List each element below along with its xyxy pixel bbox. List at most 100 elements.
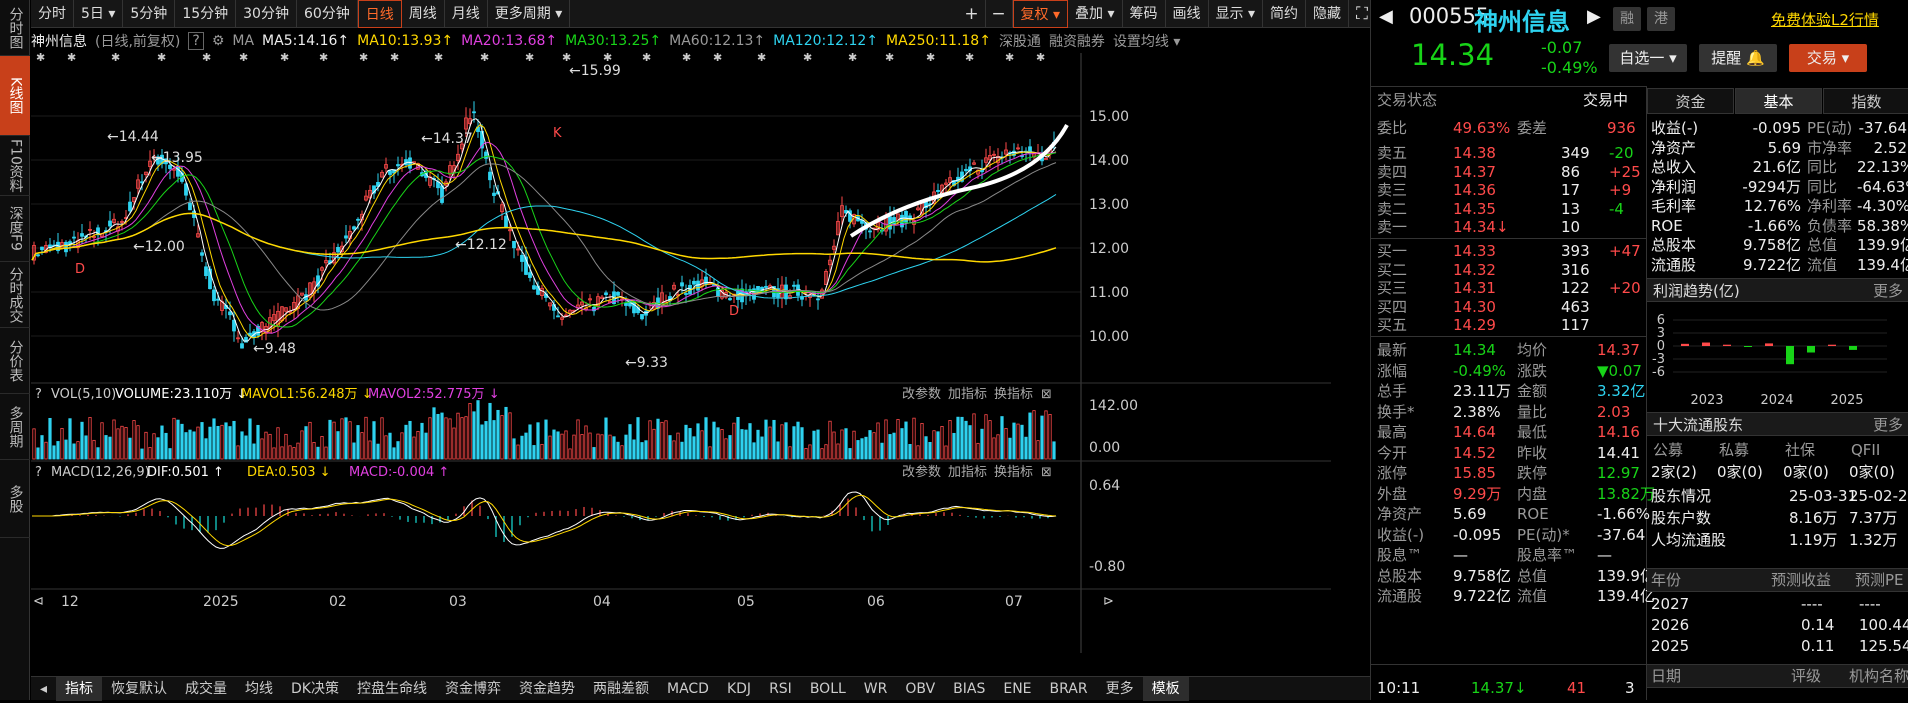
indicator-tab-12[interactable]: BOLL — [801, 677, 855, 701]
indicator-tab-14[interactable]: OBV — [896, 677, 944, 701]
indicator-tab-11[interactable]: RSI — [760, 677, 801, 701]
tool-3[interactable]: 画线 — [1166, 0, 1209, 28]
indicator-tab-13[interactable]: WR — [855, 677, 897, 701]
tool-6[interactable]: 隐藏 — [1306, 0, 1349, 28]
volume-bar — [456, 412, 460, 460]
watchlist-button[interactable]: 自选一 ▾ — [1609, 44, 1687, 72]
volume-bar — [360, 432, 364, 460]
volume-bar — [56, 441, 60, 460]
volume-bar — [380, 417, 384, 460]
period-tab-8[interactable]: 月线 — [445, 0, 488, 28]
stock-name[interactable]: 神州信息 — [31, 31, 87, 51]
forecast-row-1-cell-2: 100.44 — [1859, 616, 1908, 634]
trade-button[interactable]: 交易 ▾ — [1789, 44, 1867, 72]
tab-0[interactable]: 资金 — [1647, 88, 1734, 114]
nav-1[interactable]: K线图 — [0, 56, 30, 136]
buy-4-cell-1[interactable]: 14.29 — [1453, 315, 1496, 336]
indicator-tab-3[interactable]: 均线 — [236, 677, 282, 701]
volume-bar — [624, 434, 628, 460]
indicator-tab-1[interactable]: 恢复默认 — [102, 677, 176, 701]
fund-5-cell-3: 58.38% — [1857, 216, 1908, 235]
volume-bar — [528, 424, 532, 460]
volume-bar — [252, 443, 256, 460]
tick-price: 14.37↓ — [1471, 679, 1527, 697]
tool-4[interactable]: 显示 ▾ — [1209, 0, 1263, 28]
next-stock-icon[interactable]: ▶ — [1587, 6, 1601, 27]
indicator-tab-19[interactable]: 模板 — [1142, 676, 1189, 701]
prev-stock-icon[interactable]: ◀ — [1379, 6, 1393, 27]
holders-more-link[interactable]: 更多 — [1873, 413, 1903, 437]
link-set-ma[interactable]: 设置均线 ▾ — [1113, 31, 1180, 51]
tool-0[interactable]: 复权 ▾ — [1012, 0, 1069, 28]
macd-tool-1: 加指标 — [948, 465, 987, 480]
nav-0[interactable]: 分时图 — [0, 0, 30, 56]
volume-bar — [40, 435, 44, 460]
volume-bar — [496, 409, 500, 460]
indicator-tab-8[interactable]: 两融差额 — [584, 677, 658, 701]
ma120-value: MA120:12.12↑ — [773, 33, 879, 49]
l2-link[interactable]: 免费体验L2行情 — [1771, 9, 1879, 30]
period-tab-3[interactable]: 15分钟 — [175, 0, 237, 28]
volume-bar — [872, 432, 876, 460]
tab-2[interactable]: 指数 — [1823, 88, 1908, 114]
tool-1[interactable]: 叠加 ▾ — [1068, 0, 1123, 28]
left-nav: 分时图 K线图 F10资料 深度F9 分时成交 分价表 多周期 多股 — [0, 0, 30, 700]
dea-line — [32, 494, 1057, 547]
tool-2[interactable]: 筹码 — [1123, 0, 1166, 28]
kline-chart[interactable]: 15.00 14.00 13.00 12.00 11.00 10.00 ←14.44 ←13.… — [31, 53, 1376, 703]
period-tab-0[interactable]: 分时 — [31, 0, 74, 28]
period-tab-1[interactable]: 5日 ▾ — [74, 0, 124, 28]
buy-4-cell-2: 117 — [1561, 316, 1590, 334]
nav-3[interactable]: 深度F9 — [0, 196, 30, 262]
indicator-tab-17[interactable]: BRAR — [1041, 677, 1097, 701]
period-tab-9[interactable]: 更多周期 ▾ — [488, 0, 571, 28]
indicator-tab-7[interactable]: 资金趋势 — [510, 677, 584, 701]
indicator-tab-16[interactable]: ENE — [994, 677, 1040, 701]
volume-bar — [108, 436, 112, 460]
volume-bar — [340, 418, 344, 460]
period-tab-4[interactable]: 30分钟 — [236, 0, 297, 28]
nav-5[interactable]: 分价表 — [0, 328, 30, 394]
tool-5[interactable]: 简约 — [1263, 0, 1306, 28]
forecast-h-0: 年份 — [1651, 571, 1682, 589]
tab-1[interactable]: 基本 — [1735, 88, 1822, 114]
annot-lo2: ←9.48 — [253, 341, 296, 357]
period-tab-7[interactable]: 周线 — [402, 0, 445, 28]
zoom-out-icon[interactable]: − — [986, 0, 1013, 28]
volume-bar — [932, 430, 936, 460]
nav-2[interactable]: F10资料 — [0, 136, 30, 196]
event-marker: ✱ — [885, 53, 894, 64]
help-icon[interactable]: ? — [188, 32, 204, 50]
sell-4-cell-2: 10 — [1561, 218, 1581, 236]
volume-bar — [164, 432, 168, 460]
indicator-tab-9[interactable]: MACD — [658, 677, 718, 701]
period-tab-5[interactable]: 60分钟 — [297, 0, 358, 28]
indicator-tab-5[interactable]: 控盘生命线 — [348, 677, 436, 701]
quote-5-cell-1: 14.52 — [1453, 443, 1496, 462]
profit-more-link[interactable]: 更多 — [1873, 279, 1903, 303]
period-tab-6[interactable]: 日线 — [357, 0, 402, 28]
link-margin[interactable]: 融资融券 — [1049, 31, 1105, 51]
nav-4[interactable]: 分时成交 — [0, 262, 30, 328]
candle-body — [696, 280, 700, 291]
volume-bar — [952, 432, 956, 460]
remind-button[interactable]: 提醒 🔔 — [1699, 44, 1777, 72]
indicator-tab-4[interactable]: DK决策 — [282, 677, 348, 701]
gear-icon[interactable]: ⚙ — [212, 33, 225, 49]
indicator-tab-2[interactable]: 成交量 — [176, 677, 236, 701]
volume-bar — [392, 447, 396, 460]
bottom-left-arrow[interactable]: ◂ — [31, 677, 56, 701]
indicator-tab-15[interactable]: BIAS — [944, 677, 994, 701]
period-tab-2[interactable]: 5分钟 — [123, 0, 176, 28]
xaxis-label: 04 — [593, 594, 611, 610]
indicator-tab-6[interactable]: 资金博弈 — [436, 677, 510, 701]
sell-4-cell-1[interactable]: 14.34↓ — [1453, 217, 1509, 238]
nav-6[interactable]: 多周期 — [0, 394, 30, 460]
profit-bar — [1849, 346, 1857, 350]
nav-7[interactable]: 多股 — [0, 460, 30, 538]
indicator-tab-18[interactable]: 更多 — [1097, 677, 1143, 701]
indicator-tab-10[interactable]: KDJ — [718, 677, 760, 701]
indicator-tab-0[interactable]: 指标 — [56, 676, 103, 701]
zoom-in-icon[interactable]: + — [959, 0, 986, 28]
link-hk-connect[interactable]: 深股通 — [999, 31, 1041, 51]
